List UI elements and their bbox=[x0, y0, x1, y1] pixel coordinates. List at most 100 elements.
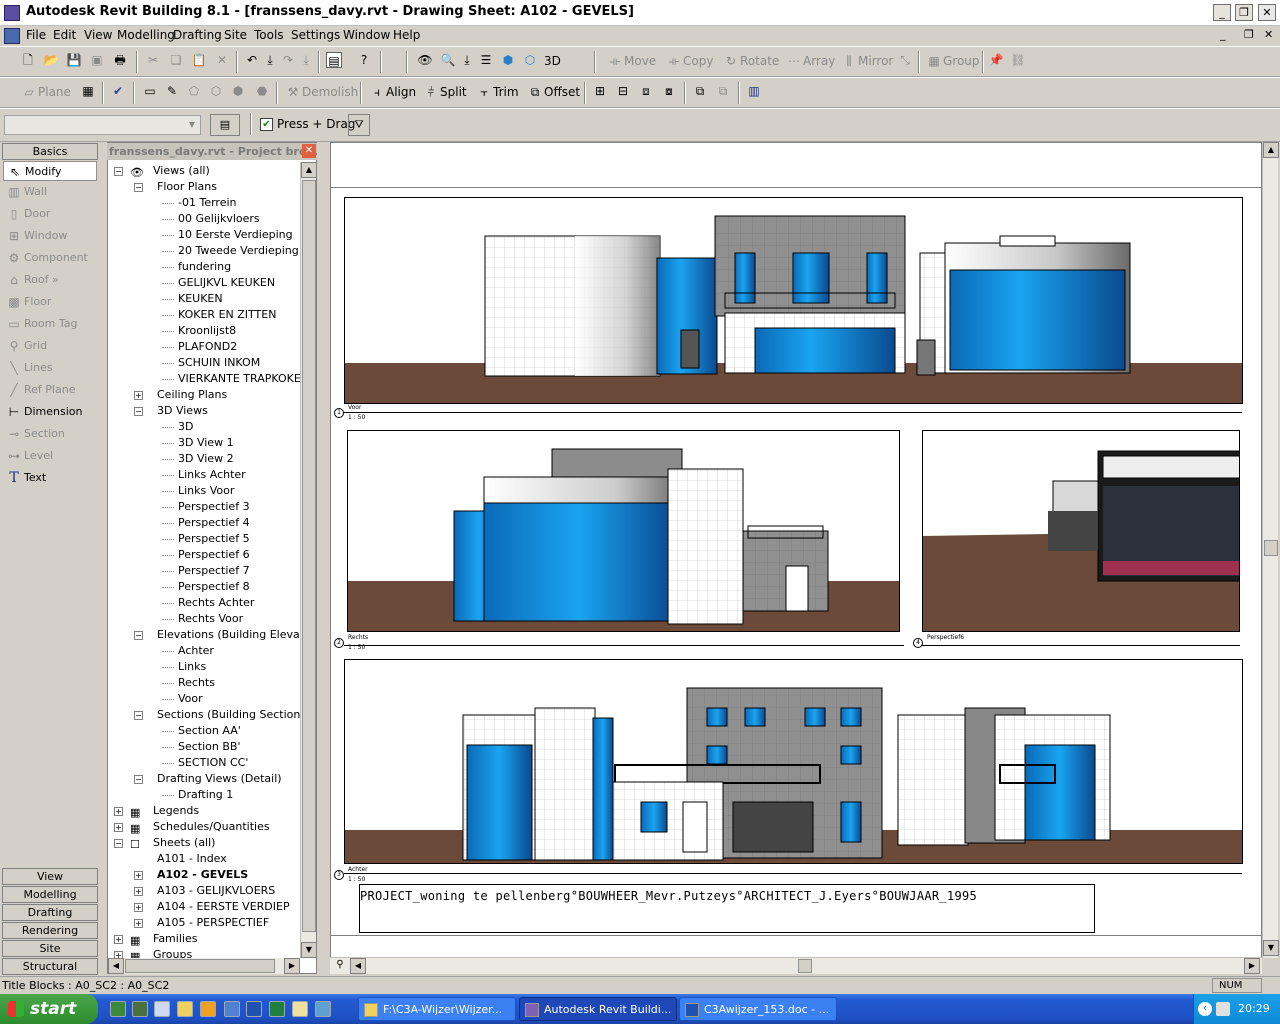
collapse-icon[interactable]: − bbox=[134, 711, 143, 720]
level-tool[interactable]: ⊶ Level bbox=[3, 446, 97, 466]
design-tab-structural[interactable]: Structural bbox=[2, 958, 98, 975]
section-tool[interactable]: ⊸ Section bbox=[3, 424, 97, 444]
scroll-up-icon[interactable]: ▲ bbox=[301, 162, 317, 178]
collapse-icon[interactable]: − bbox=[114, 839, 123, 848]
expand-icon[interactable]: + bbox=[114, 823, 123, 832]
redo-list-icon[interactable]: ⤓ bbox=[298, 52, 314, 68]
design-tab-rendering[interactable]: Rendering bbox=[2, 922, 98, 939]
lock-icon[interactable]: 📌 bbox=[988, 52, 1004, 68]
ql-excel-icon[interactable] bbox=[269, 1001, 285, 1017]
expand-icon[interactable]: + bbox=[134, 887, 143, 896]
menu-help[interactable]: Help bbox=[389, 28, 424, 44]
ql-word-icon[interactable] bbox=[246, 1001, 262, 1017]
copy-monitor-icon[interactable]: ⧈ bbox=[638, 83, 654, 99]
roof-tool[interactable]: ⌂ Roof » bbox=[3, 270, 97, 290]
start-button[interactable]: start bbox=[0, 994, 98, 1024]
expand-icon[interactable]: + bbox=[114, 807, 123, 816]
mdi-restore-button[interactable]: ❐ bbox=[1244, 28, 1254, 41]
expand-icon[interactable]: + bbox=[134, 903, 143, 912]
split-face-icon[interactable]: ⬠ bbox=[186, 83, 202, 99]
collapse-icon[interactable]: − bbox=[134, 631, 143, 640]
basics-tab[interactable]: Basics bbox=[2, 143, 98, 160]
press-drag-checkbox[interactable]: ✔ bbox=[260, 118, 273, 131]
ref-plane-tool[interactable]: ╱ Ref Plane bbox=[3, 380, 97, 400]
rotate-button[interactable]: ↻ Rotate bbox=[722, 51, 779, 71]
collapse-icon[interactable]: − bbox=[134, 775, 143, 784]
resize-icon[interactable]: ⤡ bbox=[897, 52, 913, 68]
project-browser-scrollbar[interactable]: ▲ ▼ bbox=[300, 162, 317, 958]
elevation-view-voor[interactable] bbox=[344, 197, 1243, 404]
elevation-view-rechts[interactable] bbox=[347, 430, 900, 632]
menu-file[interactable]: File bbox=[22, 28, 50, 44]
canvas-scroll-left-icon[interactable]: ◀ bbox=[350, 958, 366, 974]
document-icon[interactable] bbox=[4, 28, 20, 44]
ql-revit-icon[interactable] bbox=[315, 1001, 331, 1017]
mdi-close-button[interactable]: ✕ bbox=[1264, 28, 1273, 41]
scroll-thumb[interactable] bbox=[302, 180, 316, 932]
save-to-central-icon[interactable]: ▣ bbox=[89, 52, 105, 68]
save-icon[interactable]: 💾 bbox=[66, 52, 82, 68]
canvas-vscroll-thumb[interactable] bbox=[1264, 540, 1278, 556]
scroll-right-icon[interactable]: ▶ bbox=[284, 958, 300, 974]
lines-tool[interactable]: ╲ Lines bbox=[3, 358, 97, 378]
taskbar-explorer-window[interactable]: F:\C3A-Wijzer\Wijzer... bbox=[358, 997, 516, 1021]
mirror-button[interactable]: ⫼ Mirror bbox=[840, 51, 893, 71]
design-options-icon[interactable]: ⧉ bbox=[692, 83, 708, 99]
move-button[interactable]: ⟛ Move bbox=[606, 51, 657, 71]
scroll-down-icon[interactable]: ▼ bbox=[301, 942, 317, 958]
collapse-icon[interactable]: − bbox=[114, 167, 123, 176]
join-geometry-icon[interactable]: ⬡ bbox=[208, 83, 224, 99]
undo-icon[interactable]: ↶ bbox=[244, 52, 260, 68]
type-selector-dropdown[interactable]: ▼ bbox=[4, 115, 201, 135]
visibility-icon[interactable]: 👁 bbox=[417, 52, 433, 68]
text-tool[interactable]: T Text bbox=[3, 468, 97, 488]
menu-site[interactable]: Site bbox=[220, 28, 251, 44]
menu-settings[interactable]: Settings bbox=[287, 28, 344, 44]
element-properties-button[interactable]: ▤ bbox=[210, 114, 240, 136]
volume-icon[interactable] bbox=[1216, 1002, 1230, 1016]
zoom-dropdown-icon[interactable]: ⤓ bbox=[459, 52, 475, 68]
split-button[interactable]: ⫩ Split bbox=[422, 82, 467, 102]
scroll-left-icon[interactable]: ◀ bbox=[108, 958, 124, 974]
menu-edit[interactable]: Edit bbox=[49, 28, 80, 44]
paste-icon[interactable]: 📋 bbox=[191, 52, 207, 68]
design-tab-modelling[interactable]: Modelling bbox=[2, 886, 98, 903]
copy-button[interactable]: ⟛ Copy bbox=[665, 51, 714, 71]
canvas-scroll-up-icon[interactable]: ▲ bbox=[1263, 142, 1279, 158]
canvas-horizontal-scrollbar[interactable]: ⚲ ◀ ▶ bbox=[330, 957, 1262, 974]
paint-icon[interactable]: ▭ bbox=[142, 83, 158, 99]
undo-list-icon[interactable]: ⤓ bbox=[262, 52, 278, 68]
collapse-icon[interactable]: − bbox=[134, 183, 143, 192]
component-tool[interactable]: ⚙ Component bbox=[3, 248, 97, 268]
minimize-button[interactable]: _ bbox=[1213, 4, 1231, 21]
ql-firefox-icon[interactable] bbox=[200, 1001, 216, 1017]
design-tab-site[interactable]: Site bbox=[2, 940, 98, 957]
dimension-tool[interactable]: ⊢ Dimension bbox=[3, 402, 97, 422]
wall-join-icon[interactable]: ⬣ bbox=[254, 83, 270, 99]
spelling-check-icon[interactable]: ✔ bbox=[110, 83, 126, 99]
demolish-button[interactable]: ⚒ Demolish bbox=[284, 82, 359, 102]
ql-desktop-icon[interactable] bbox=[132, 1001, 148, 1017]
expand-icon[interactable]: + bbox=[114, 951, 123, 958]
redo-icon[interactable]: ↷ bbox=[280, 52, 296, 68]
ql-outlook-icon[interactable] bbox=[154, 1001, 170, 1017]
canvas-scroll-right-icon[interactable]: ▶ bbox=[1244, 958, 1260, 974]
ql-folder-icon[interactable] bbox=[292, 1001, 308, 1017]
work-plane-button[interactable]: ▱ Plane bbox=[20, 82, 71, 102]
offset-button[interactable]: ⧉ Offset bbox=[526, 82, 580, 102]
filter-icon[interactable]: ⛛ bbox=[348, 114, 370, 136]
align-tool-icon[interactable]: ⊞ bbox=[592, 83, 608, 99]
cut-geometry-icon[interactable]: ⬢ bbox=[230, 83, 246, 99]
project-browser-close-icon[interactable]: ✕ bbox=[302, 144, 316, 158]
align-button[interactable]: ⫞ Align bbox=[368, 82, 416, 102]
wall-tool[interactable]: ▥ Wall bbox=[3, 182, 97, 202]
collapse-icon[interactable]: − bbox=[134, 407, 143, 416]
modify-tool[interactable]: ⇖ Modify bbox=[3, 161, 97, 181]
new-icon[interactable]: 🗋 bbox=[20, 52, 36, 68]
expand-icon[interactable]: + bbox=[134, 391, 143, 400]
coordination-icon[interactable]: ⧇ bbox=[661, 83, 677, 99]
thin-lines-icon[interactable]: ☰ bbox=[478, 52, 494, 68]
group-button[interactable]: ▦ Group bbox=[925, 51, 979, 71]
design-tab-view[interactable]: View bbox=[2, 868, 98, 885]
grid-icon[interactable]: ▦ bbox=[80, 83, 96, 99]
